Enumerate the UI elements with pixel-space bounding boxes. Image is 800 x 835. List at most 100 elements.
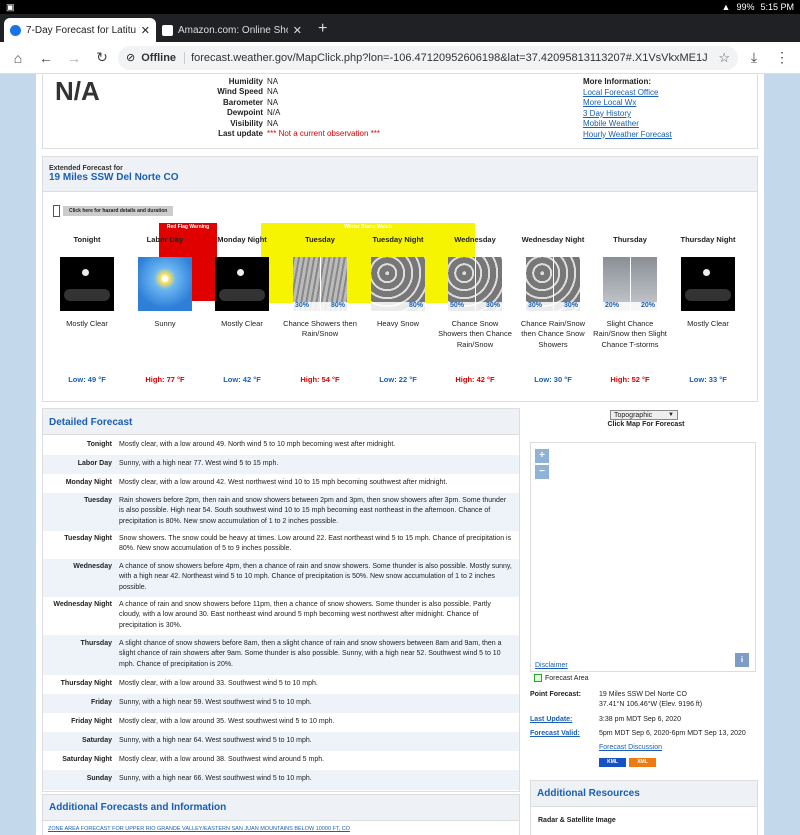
forecast-period[interactable]: Monday Night Mostly Clear Low: 42 °F [205, 235, 279, 384]
detail-day: Thursday Night [60, 680, 112, 687]
map-type-value: Topographic [614, 411, 653, 419]
forecast-period[interactable]: Tuesday 30% 80% Chance Showers then Rain/… [283, 235, 357, 384]
tab-strip: 7-Day Forecast for Latitude 3 ✕ Amazon.c… [0, 14, 800, 42]
precip-chance: 80% [371, 302, 425, 311]
detail-row: Sunday Sunny, with a high near 66. West s… [43, 770, 519, 790]
link-3-day-history[interactable]: 3 Day History [583, 109, 672, 119]
kml-button[interactable]: KML [599, 758, 626, 767]
new-tab-button[interactable]: + [308, 18, 337, 42]
close-tab-icon[interactable]: ✕ [141, 24, 150, 37]
xml-button[interactable]: XML [629, 758, 656, 767]
link-mobile-weather[interactable]: Mobile Weather [583, 119, 672, 129]
download-icon[interactable]: ⤓ [742, 46, 766, 70]
zoom-out-button[interactable]: − [535, 465, 549, 479]
forecast-period[interactable]: Tuesday Night 80% Heavy Snow Low: 22 °F [361, 235, 435, 384]
forecast-period[interactable]: Thursday Night Mostly Clear Low: 33 °F [671, 235, 745, 384]
period-short-desc: Chance Rain/Snow then Chance Snow Shower… [520, 319, 586, 349]
zone-forecast-link[interactable]: ZONE AREA FORECAST FOR UPPER RIO GRANDE … [48, 826, 350, 832]
forecast-map[interactable]: + − Disclaimer i [530, 442, 756, 672]
period-name: Tuesday [305, 235, 335, 244]
current-details: Humidity NA Wind Speed NA Barometer NA Dewp… [203, 77, 380, 139]
detailed-title: Detailed Forecast [49, 417, 133, 428]
detail-row: Friday Night Mostly clear, with a low aro… [43, 713, 519, 732]
home-icon[interactable]: ⌂ [6, 46, 30, 70]
period-temp: High: 77 °F [145, 375, 185, 384]
detail-row: Dewpoint N/A [203, 108, 380, 118]
menu-icon[interactable]: ⋮ [770, 46, 794, 70]
last-update-link[interactable]: Last Update: [530, 715, 599, 725]
point-forecast-coords: 37.41°N 106.46°W (Elev. 9196 ft) [599, 700, 703, 708]
hazard-details-button[interactable]: Click here for hazard details and durati… [53, 205, 174, 217]
detailed-header: Detailed Forecast [43, 409, 519, 435]
precip-left: 30% [528, 302, 543, 309]
page-content: N/A Humidity NA Wind Speed NA Barometer NA … [36, 74, 764, 835]
detail-row: Tuesday Rain showers before 2pm, then rai… [43, 493, 519, 531]
forecast-period[interactable]: Wednesday Night 30% 30% Chance Rain/Snow … [516, 235, 590, 384]
clock: 5:15 PM [760, 2, 794, 12]
link-hourly-forecast[interactable]: Hourly Weather Forecast [583, 130, 672, 140]
detail-label: Dewpoint [227, 108, 263, 118]
info-icon[interactable]: i [735, 653, 749, 667]
detail-row: Labor Day Sunny, with a high near 77. Wes… [43, 455, 519, 474]
page-viewport: N/A Humidity NA Wind Speed NA Barometer NA … [0, 74, 800, 835]
period-name: Wednesday Night [521, 235, 585, 244]
detail-label: Barometer [222, 97, 263, 107]
address-bar[interactable]: ⊘ Offline forecast.weather.gov/MapClick.… [118, 45, 738, 70]
detail-row: Humidity NA [203, 77, 380, 87]
tab-weather[interactable]: 7-Day Forecast for Latitude 3 ✕ [4, 18, 156, 42]
period-name: Monday Night [217, 235, 267, 244]
forward-icon[interactable]: → [62, 46, 86, 70]
detail-text: A chance of rain and snow showers before… [119, 601, 491, 629]
detail-row: Saturday Sunny, with a high near 64. West… [43, 732, 519, 751]
map-type-select[interactable]: Topographic ▼ [610, 410, 678, 420]
detail-row: Last update *** Not a current observation… [203, 129, 380, 139]
forecast-period[interactable]: Wednesday 50% 30% Chance Snow Showers the… [438, 235, 512, 384]
tab-title: Amazon.com: Online Shoppi [178, 24, 288, 36]
zoom-in-button[interactable]: + [535, 449, 549, 463]
period-name: Labor Day [146, 235, 184, 244]
additional-resources: Additional Resources [530, 780, 758, 835]
precip-left: 50% [450, 302, 465, 309]
forecast-period[interactable]: Labor Day Sunny High: 77 °F [128, 235, 202, 384]
detail-row: Tuesday Night Snow showers. The snow coul… [43, 531, 519, 559]
resources-title: Additional Resources [537, 788, 640, 799]
link-more-local-wx[interactable]: More Local Wx [583, 98, 672, 108]
detail-text: Mostly clear, with a low around 33. Sout… [119, 680, 318, 687]
detail-day: Tuesday [84, 497, 112, 504]
detail-day: Thursday [80, 640, 112, 647]
period-temp: Low: 30 °F [534, 375, 572, 384]
precip-right: 80% [330, 302, 345, 309]
detail-value: NA [267, 87, 279, 97]
hazard-button-label: Click here for hazard details and durati… [63, 206, 174, 216]
close-tab-icon[interactable]: ✕ [293, 24, 302, 37]
forecast-area-legend: Forecast Area [534, 674, 589, 682]
period-name: Tuesday Night [372, 235, 424, 244]
reload-icon[interactable]: ↻ [90, 46, 114, 70]
period-temp: High: 42 °F [455, 375, 495, 384]
back-icon[interactable]: ← [34, 46, 58, 70]
tab-amazon[interactable]: Amazon.com: Online Shoppi ✕ [156, 18, 308, 42]
map-disclaimer-link[interactable]: Disclaimer [535, 662, 568, 669]
period-temp: Low: 22 °F [379, 375, 417, 384]
forecast-valid-link[interactable]: Forecast Valid: [530, 729, 599, 739]
detail-text: Sunny, with a high near 59. West southwe… [119, 699, 312, 706]
precip-left: 30% [295, 302, 310, 309]
bookmark-star-icon[interactable]: ☆ [718, 50, 730, 66]
hazard-toggle-icon [53, 205, 60, 217]
extended-header: Extended Forecast for 19 Miles SSW Del N… [43, 157, 757, 192]
additional-header: Additional Forecasts and Information [43, 795, 519, 821]
current-conditions: N/A Humidity NA Wind Speed NA Barometer NA … [42, 74, 758, 149]
link-local-forecast-office[interactable]: Local Forecast Office [583, 88, 672, 98]
period-name: Thursday Night [680, 235, 736, 244]
forecast-period[interactable]: Thursday 20% 20% Slight Chance Rain/Snow … [593, 235, 667, 384]
extended-location: 19 Miles SSW Del Norte CO [49, 172, 179, 183]
chevron-down-icon: ▼ [668, 412, 674, 418]
precip-chance: 50% 30% [448, 302, 502, 311]
url-text[interactable]: forecast.weather.gov/MapClick.php?lon=-1… [191, 52, 708, 64]
detail-day: Saturday [82, 737, 112, 744]
detail-value: NA [267, 77, 279, 86]
detail-text: Mostly clear, with a low around 38. Sout… [119, 756, 325, 763]
forecast-discussion-link[interactable]: Forecast Discussion [599, 743, 662, 753]
forecast-period[interactable]: Tonight Mostly Clear Low: 49 °F [50, 235, 124, 384]
additional-title: Additional Forecasts and Information [49, 802, 227, 813]
